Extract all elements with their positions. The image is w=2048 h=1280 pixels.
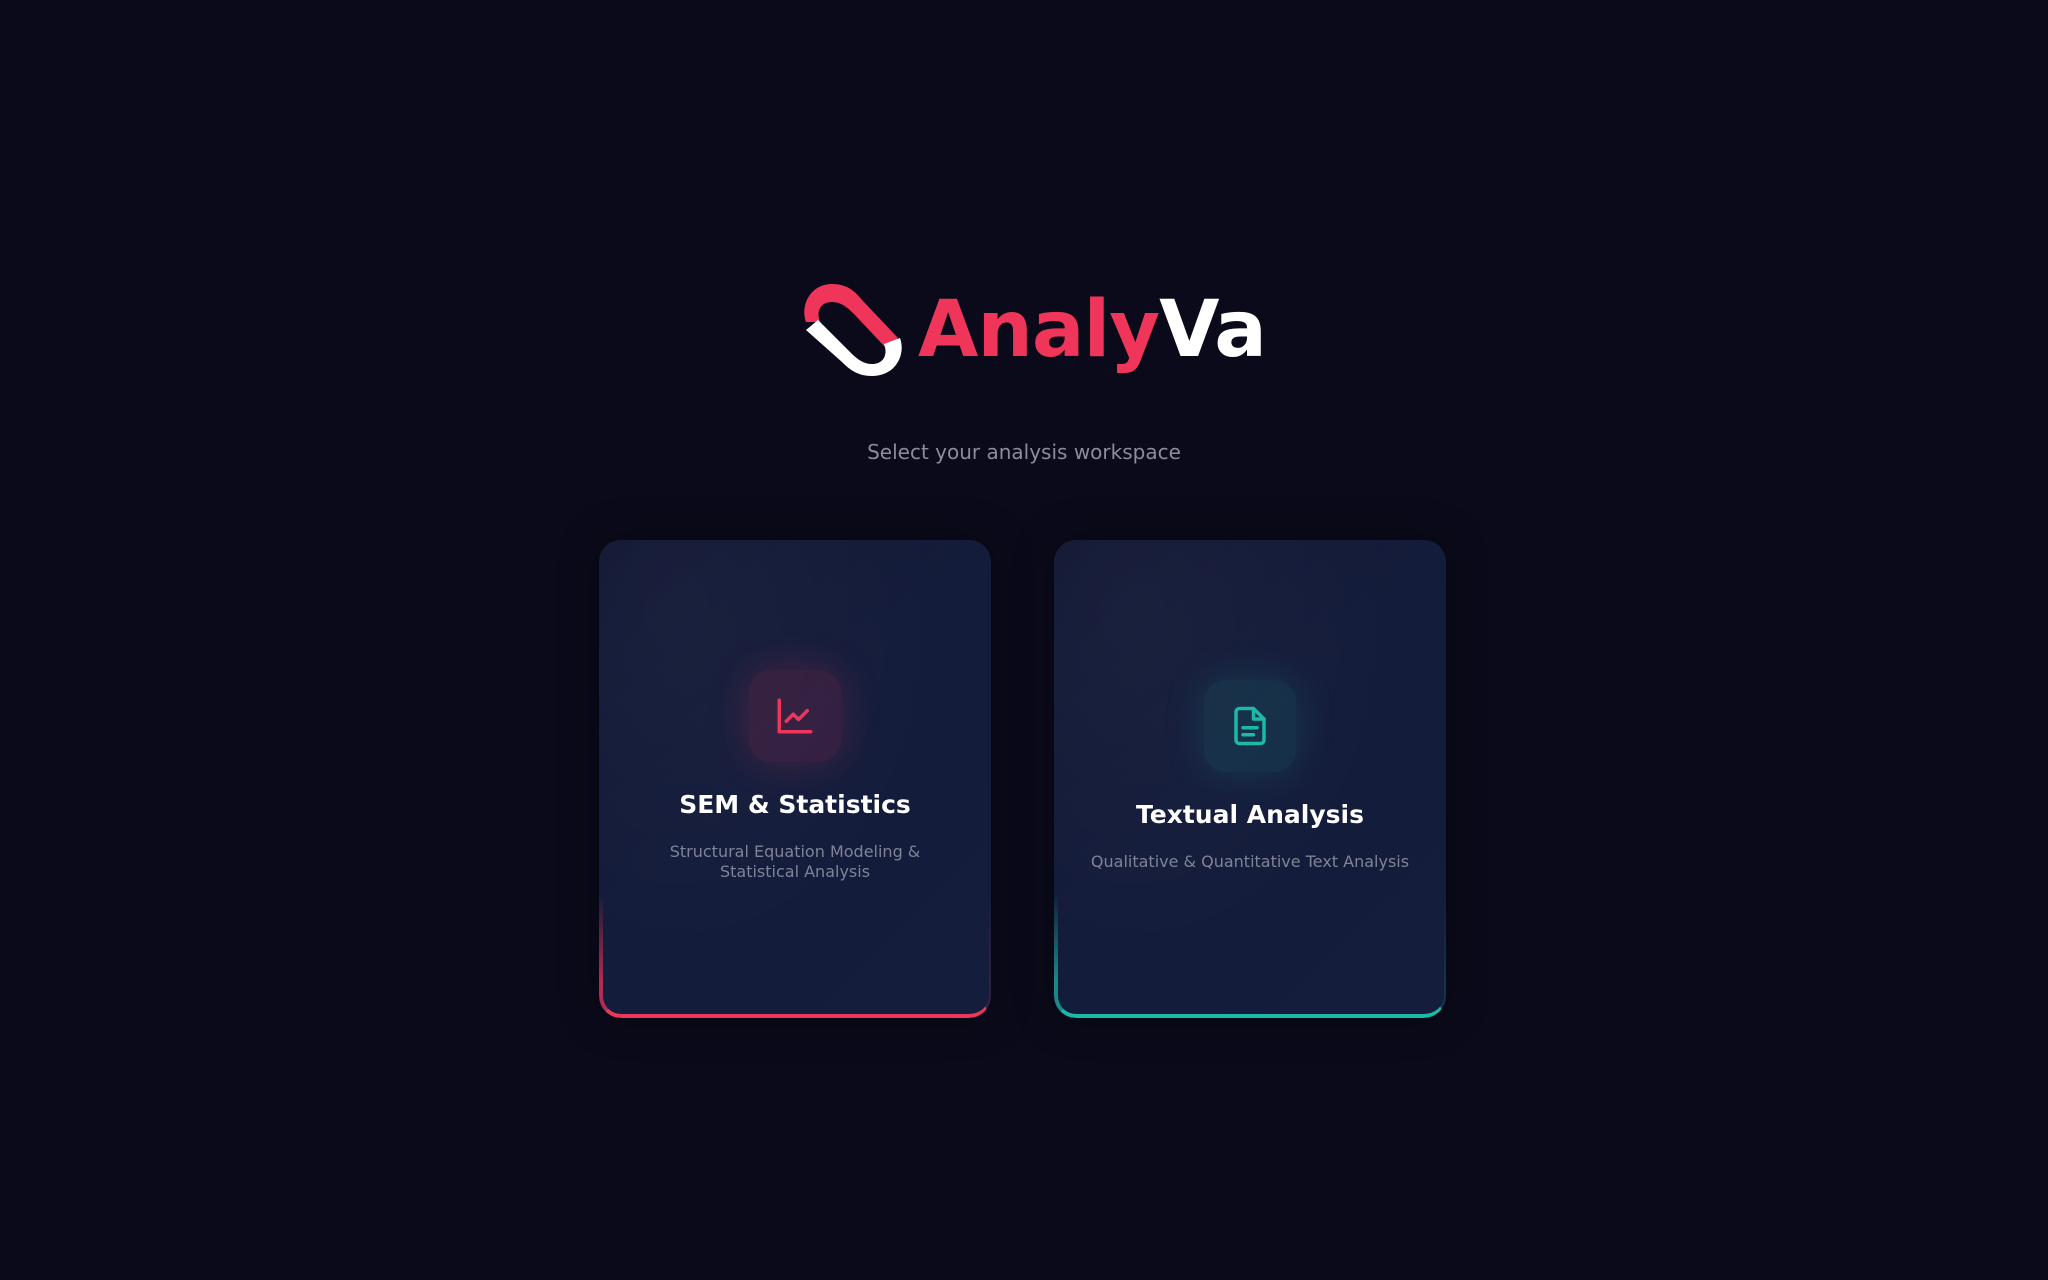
brand-name-part1: Analy xyxy=(918,285,1160,375)
card-accent-edge xyxy=(599,894,991,1018)
brand-logo: AnalyVa xyxy=(798,278,1267,382)
page-subtitle: Select your analysis workspace xyxy=(867,440,1181,464)
workspace-card-textual[interactable]: Textual Analysis Qualitative & Quantitat… xyxy=(1054,540,1446,1018)
sem-icon-tile xyxy=(749,670,841,762)
workspace-title: Textual Analysis xyxy=(1136,800,1364,829)
brand-name-part2: Va xyxy=(1159,285,1267,375)
card-accent-edge xyxy=(1054,894,1446,1018)
workspace-description: Structural Equation Modeling & Statistic… xyxy=(669,842,921,881)
line-chart-icon xyxy=(777,698,813,734)
workspace-selector-page: AnalyVa Select your analysis workspace S… xyxy=(0,0,2048,1280)
analyva-logo-icon xyxy=(804,284,902,376)
workspace-card-sem[interactable]: SEM & Statistics Structural Equation Mod… xyxy=(599,540,991,1018)
textual-icon-tile xyxy=(1204,680,1296,772)
brand-wordmark: AnalyVa xyxy=(918,291,1267,369)
document-icon xyxy=(1234,706,1266,746)
workspace-description: Qualitative & Quantitative Text Analysis xyxy=(1090,852,1410,871)
workspace-title: SEM & Statistics xyxy=(679,790,911,819)
